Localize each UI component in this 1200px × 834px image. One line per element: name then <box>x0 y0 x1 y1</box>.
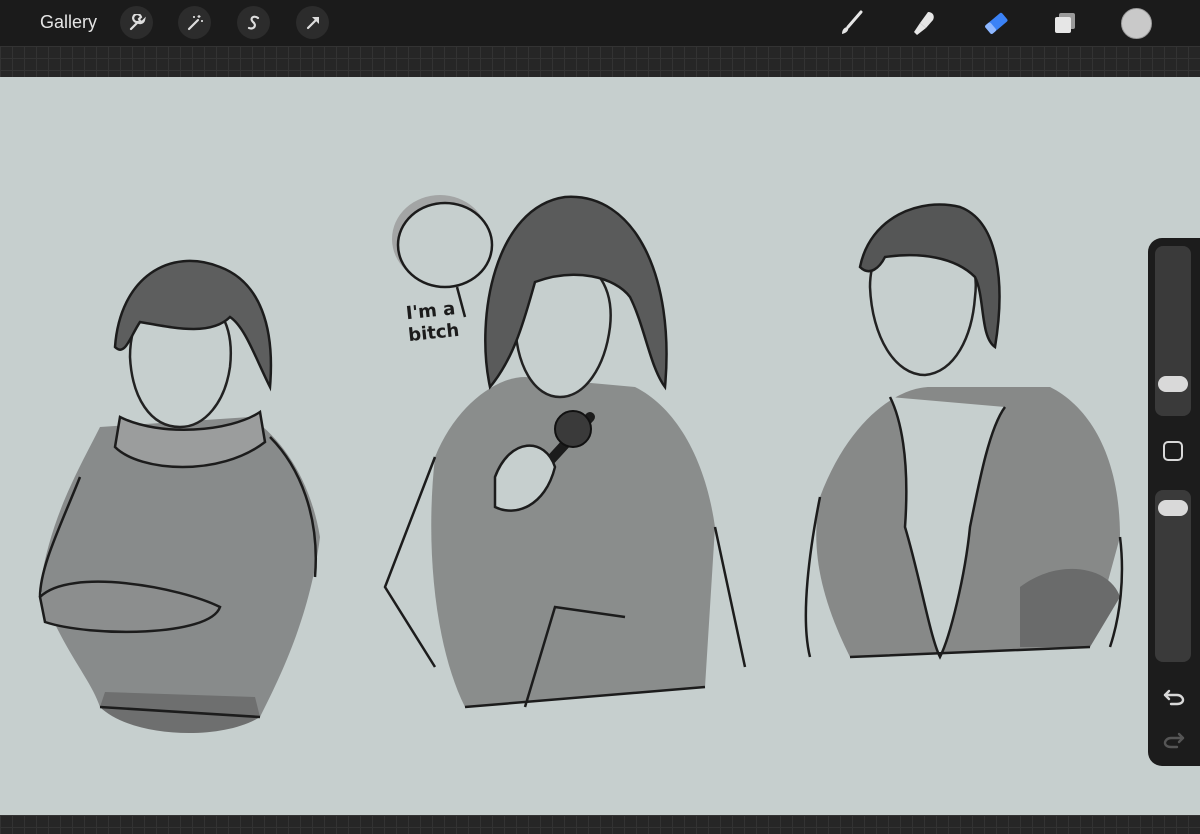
gallery-button[interactable]: Gallery <box>40 12 97 33</box>
drawing-canvas[interactable]: I'm a bitch <box>0 77 1200 815</box>
selection-s-icon[interactable] <box>237 6 270 39</box>
magic-wand-icon[interactable] <box>178 6 211 39</box>
color-picker-button[interactable] <box>1121 8 1152 39</box>
speech-bubble-text: I'm a bitch <box>405 295 489 347</box>
undo-icon[interactable] <box>1160 684 1188 710</box>
sketch-figure-left <box>38 259 320 734</box>
transform-arrow-icon[interactable] <box>296 6 329 39</box>
sketch-figure-middle <box>383 195 747 709</box>
canvas-bottom-margin <box>0 815 1200 834</box>
wrench-icon[interactable] <box>120 6 153 39</box>
opacity-thumb[interactable] <box>1158 499 1188 516</box>
brush-size-thumb[interactable] <box>1158 375 1188 392</box>
modify-button[interactable] <box>1163 441 1183 461</box>
redo-icon[interactable] <box>1160 727 1188 753</box>
opacity-slider[interactable] <box>1155 490 1191 662</box>
smudge-icon[interactable] <box>907 6 941 40</box>
layers-icon[interactable] <box>1048 6 1082 40</box>
sketch-figure-right <box>804 203 1124 660</box>
eraser-icon[interactable] <box>979 6 1013 40</box>
brush-icon[interactable] <box>834 6 868 40</box>
canvas-top-margin <box>0 46 1200 77</box>
top-toolbar: Gallery <box>0 0 1200 46</box>
